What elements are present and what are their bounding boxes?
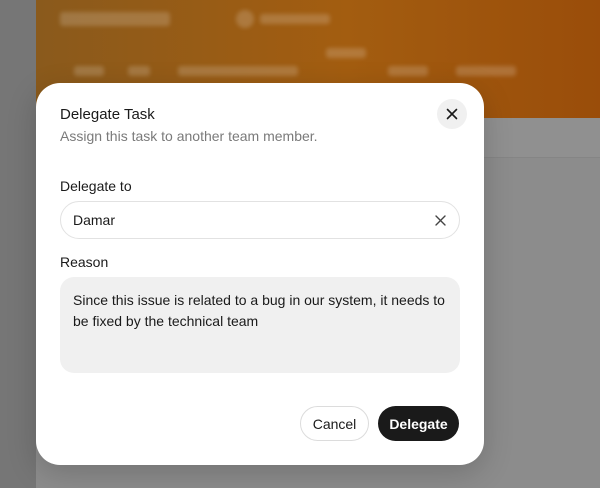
delegate-task-dialog: Delegate Task Assign this task to anothe… (36, 83, 484, 465)
clear-icon[interactable] (433, 213, 447, 227)
reason-textarea[interactable]: Since this issue is related to a bug in … (60, 277, 460, 373)
cancel-button[interactable]: Cancel (300, 406, 369, 441)
delegate-to-label: Delegate to (60, 178, 132, 194)
close-icon (446, 108, 458, 120)
reason-label: Reason (60, 254, 109, 270)
delegate-to-value[interactable]: Damar (73, 212, 433, 228)
delegate-to-field[interactable]: Damar (60, 201, 460, 239)
close-button[interactable] (437, 99, 467, 129)
background-sidebar (0, 0, 36, 488)
dialog-subtitle: Assign this task to another team member. (60, 128, 318, 144)
delegate-button[interactable]: Delegate (378, 406, 459, 441)
dialog-title: Delegate Task (60, 106, 155, 123)
